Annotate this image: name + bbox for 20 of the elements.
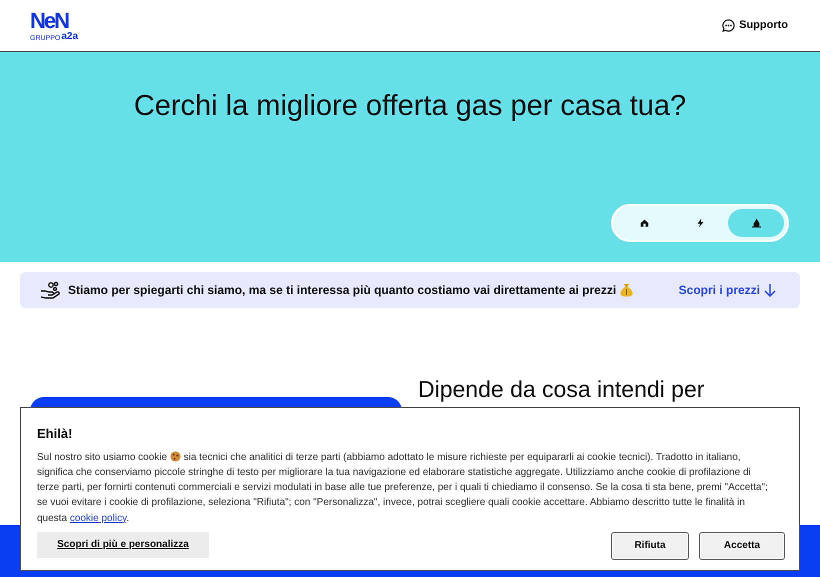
cookie-icon [170, 450, 181, 462]
cookie-text: Sul nostro sito usiamo cookie sia tecnici che analitici di terze parti (abbiamo adottato le misure richieste per equipararli ai cookie tecnici). Tradotto in italiano, significa che conserviamo piccole stringhe di testo per migliorare la tua navigazione ed elaborare statistiche aggregate. Utilizziamo anche cookie di profilazione di terze parti, per fornirti contenuti commerciali e servizi modulati in base alle tue preferenze, per i quali ti chiediamo il consenso. Se la cosa ti sta bene, premi "Accetta"; se vuoi evitare i cookie di profilazione, seleziona "Rifiuta"; con "Personalizza", invece, potrai scegliere quali cookie accettare. Abbiamo descritto tutte le finalità in questa cookie policy. [37, 450, 769, 526]
cookie-policy-link[interactable]: cookie policy [70, 512, 126, 524]
lightning-icon [696, 218, 704, 228]
house-icon [640, 218, 648, 228]
money-bag-icon [620, 283, 634, 297]
customize-button[interactable]: Scopri di più e personalizza [37, 532, 209, 558]
reject-button[interactable]: Rifiuta [611, 532, 689, 560]
arrow-down-icon [764, 283, 776, 297]
hand-coins-icon [40, 281, 60, 299]
accept-button[interactable]: Accetta [699, 532, 785, 560]
support-link[interactable]: Supporto [722, 17, 788, 34]
cookie-title: Ehilà! [37, 425, 74, 443]
section-heading: Dipende da cosa intendi per [418, 375, 704, 404]
chat-icon [722, 19, 736, 32]
prices-link[interactable]: Scopri i prezzi [678, 281, 776, 299]
flame-icon [752, 218, 760, 228]
category-tab[interactable] [728, 208, 784, 236]
info-text: Stiamo per spiegarti chi siamo, ma se ti interessa più quanto costiamo vai direttamente ai prezzi [68, 281, 634, 299]
hero-title: Cerchi la migliore offerta gas per casa tua? [134, 89, 686, 124]
